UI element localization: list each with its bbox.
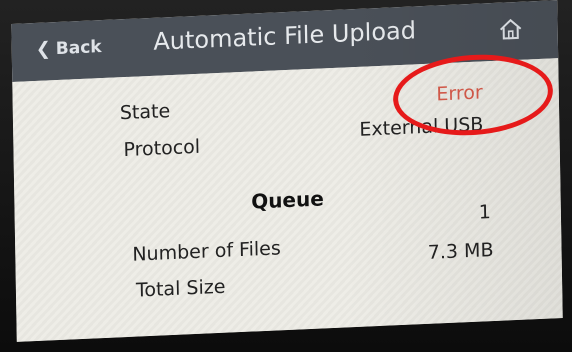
state-label: State <box>119 100 171 125</box>
files-value: 1 <box>478 201 492 224</box>
files-label: Number of Files <box>132 237 281 266</box>
protocol-label: Protocol <box>123 135 201 162</box>
home-icon <box>499 18 522 40</box>
device-screen: ❮ Back Automatic File Upload State Error… <box>11 0 563 342</box>
size-value: 7.3 MB <box>427 239 494 264</box>
home-button[interactable] <box>497 16 523 43</box>
size-label: Total Size <box>135 275 226 302</box>
